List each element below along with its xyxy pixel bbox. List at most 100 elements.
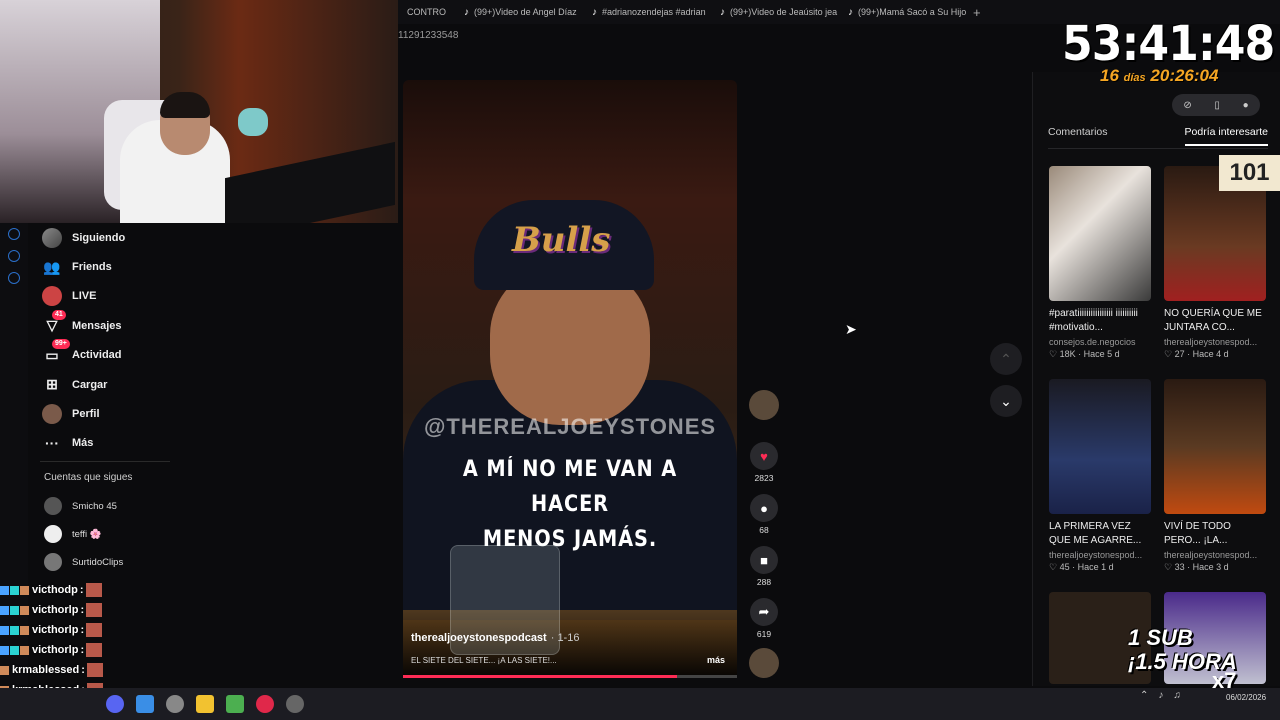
chat-username: victhorlp (32, 644, 79, 656)
sidebar-item-mas[interactable]: ··· Más (40, 429, 395, 458)
chat-username: krmablessed (12, 664, 80, 676)
following-account[interactable]: Smicho 45 (44, 497, 117, 515)
history-icon[interactable] (8, 228, 20, 240)
phone-icon[interactable]: ▯ (1214, 100, 1220, 111)
badge-icon (20, 625, 29, 635)
avatar (44, 553, 62, 571)
live-icon (42, 286, 62, 307)
emote-icon (86, 663, 103, 677)
following-title: Cuentas que sigues (44, 472, 133, 483)
sidebar-item-friends[interactable]: 👥 Friends (40, 252, 395, 281)
user-avatar-icon[interactable]: ● (1243, 100, 1249, 111)
browser-tab[interactable]: ♪ #adrianozendejas #adrian (583, 0, 711, 24)
badge-icon (10, 585, 19, 595)
folder-icon[interactable] (196, 695, 214, 713)
counter-badge: 101 (1219, 155, 1280, 191)
extensions-icon[interactable] (8, 250, 20, 262)
sidebar-item-label: Siguiendo (72, 231, 126, 244)
mic-icon[interactable]: ♪ (1158, 690, 1163, 701)
heart-outline-icon: ♡ (1164, 349, 1175, 359)
browser-tab[interactable]: ♪ (99+)Video de Angel Díaz (455, 0, 583, 24)
store-icon[interactable] (136, 695, 154, 713)
save-button[interactable]: ■ 288 (746, 546, 782, 587)
browser-tab[interactable]: ♪ (99+)Video de Jeaúsito jea (711, 0, 839, 24)
sidebar-item-label: Mensajes (72, 319, 122, 332)
new-tab-button[interactable]: + (967, 5, 987, 20)
recommended-card[interactable]: VIVÍ DE TODO PERO... ¡LA... therealjoeys… (1164, 379, 1266, 573)
badge-icon (10, 625, 19, 635)
settings-icon[interactable] (8, 272, 20, 284)
steam-icon[interactable] (166, 695, 184, 713)
avatar (44, 497, 62, 515)
card-meta: ♡ 33 · Hace 3 d (1164, 562, 1229, 572)
creator-avatar-button[interactable] (746, 390, 782, 420)
opera-icon[interactable] (256, 695, 274, 713)
browser-tab[interactable]: CONTRO (398, 0, 455, 24)
sidebar-divider (40, 461, 170, 462)
browser-tab[interactable]: ♪ (99+)Mamá Sacó a Su Hijo (839, 0, 967, 24)
share-button[interactable]: ➦ 619 (746, 598, 782, 639)
sidebar-item-perfil[interactable]: Perfil (40, 399, 395, 428)
video-author[interactable]: therealjoeystonespodcast · 1-16 (411, 632, 579, 644)
author-name: therealjoeystonespodcast (411, 632, 547, 644)
share-icon: ➦ (750, 598, 778, 626)
tiktok-sidebar-nav: Siguiendo 👥 Friends LIVE ▽ 41 Mensajes ▭ 99+… (40, 223, 395, 458)
following-account[interactable]: teffi 🌸 (44, 525, 102, 543)
tab-label: (99+)Mamá Sacó a Su Hijo (858, 7, 967, 17)
next-video-button[interactable]: ⌄ (990, 385, 1022, 417)
sidebar-item-label: Cargar (72, 378, 108, 391)
sidebar-item-live[interactable]: LIVE (40, 282, 395, 311)
sidebar-item-cargar[interactable]: ⊞ Cargar (40, 370, 395, 399)
account-name: Smicho 45 (72, 500, 117, 512)
recommended-card[interactable]: NO QUERÍA QUE ME JUNTARA CO... therealjo… (1164, 166, 1266, 360)
sidebar-item-label: Más (72, 437, 94, 450)
app-icon[interactable] (286, 695, 304, 713)
discord-icon[interactable] (106, 695, 124, 713)
chat-line: victhorlp: (0, 640, 130, 660)
comment-button[interactable]: ● 68 (746, 494, 782, 535)
tiktok-icon: ♪ (720, 6, 725, 18)
music-disc-button[interactable] (746, 648, 782, 678)
sidebar-item-actividad[interactable]: ▭ 99+ Actividad (40, 339, 395, 370)
sidebar-item-label: Friends (72, 261, 112, 274)
badge-icon (0, 605, 9, 615)
badge-icon (20, 605, 29, 615)
save-count: 288 (756, 577, 772, 587)
badge-icon (20, 645, 29, 655)
chat-username: victhorlp (32, 624, 79, 636)
recommended-card[interactable]: #paratiiiiiiiiiiiiiiii iiiiiiiiii #motiv… (1049, 166, 1151, 360)
tab-podria-interesarte[interactable]: Podría interesarte (1184, 126, 1268, 146)
badge-icon (0, 665, 9, 675)
subathon-elapsed: 16 días 20:26:04 (1100, 66, 1218, 86)
volume-icon[interactable]: ♫ (1173, 690, 1181, 701)
chevron-down-icon: ⌄ (1000, 392, 1012, 409)
right-panel-tabs: Comentarios Podría interesarte (1048, 126, 1268, 146)
taskbar-clock[interactable]: 06/02/2026 (1226, 692, 1266, 703)
sidebar-item-siguiendo[interactable]: Siguiendo (40, 223, 395, 252)
tab-comentarios[interactable]: Comentarios (1048, 126, 1108, 146)
like-button[interactable]: ♥ 2823 (746, 442, 782, 483)
badge-icon (10, 605, 19, 615)
subathon-timer: 53:41:48 (1062, 16, 1275, 72)
previous-video-button[interactable]: ⌃ (990, 343, 1022, 375)
chevron-up-icon[interactable]: ⌃ (1140, 690, 1148, 701)
webcam-overlay (0, 0, 398, 223)
video-progress-bar[interactable] (403, 675, 737, 678)
comment-icon: ● (750, 494, 778, 522)
recommended-card[interactable]: LA PRIMERA VEZ QUE ME AGARRE... therealj… (1049, 379, 1151, 573)
tiktok-icon: ♪ (464, 6, 469, 18)
tab-label: (99+)Video de Jeaúsito jea (730, 7, 838, 17)
emote-icon (86, 643, 103, 657)
top-icon-group: ⊘ ▯ ● (1172, 94, 1260, 116)
compass-icon[interactable]: ⊘ (1183, 100, 1191, 111)
sidebar-item-mensajes[interactable]: ▽ 41 Mensajes (40, 309, 395, 340)
tiktok-icon: ♪ (848, 6, 853, 18)
following-account[interactable]: SurtidoClips (44, 553, 123, 571)
comment-count: 68 (759, 525, 769, 535)
profile-icon (42, 404, 62, 425)
more-button[interactable]: más (707, 655, 725, 665)
messages-badge: 41 (52, 309, 66, 320)
friends-icon: 👥 (43, 258, 61, 275)
gamepad-icon[interactable] (226, 695, 244, 713)
video-date: · 1-16 (550, 632, 580, 644)
